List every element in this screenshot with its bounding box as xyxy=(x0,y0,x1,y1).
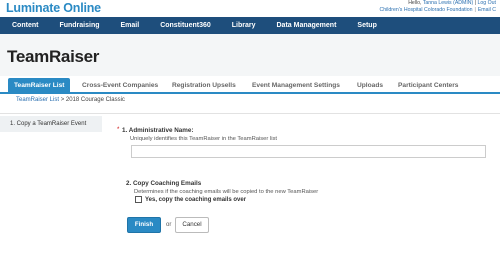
nav-item-setup[interactable]: Setup xyxy=(357,22,376,29)
admin-name-label: 1. Administrative Name: xyxy=(122,127,194,134)
admin-name-help: Uniquely identifies this TeamRaiser in t… xyxy=(130,136,278,142)
copy-coaching-emails-checkbox[interactable] xyxy=(135,196,142,203)
user-name-link[interactable]: Tanna Lewis (ADMIN) xyxy=(423,0,473,6)
user-greeting-line: Hello, Tanna Lewis (ADMIN) | Log Out xyxy=(379,0,496,7)
finish-button[interactable]: Finish xyxy=(127,217,161,233)
org-line: Children's Hospital Colorado Foundation |… xyxy=(379,7,496,14)
coaching-emails-field-group: 2. Copy Coaching Emails Determines if th… xyxy=(126,180,318,195)
admin-name-field-group: * 1. Administrative Name: Uniquely ident… xyxy=(117,127,278,142)
nav-item-data-management[interactable]: Data Management xyxy=(277,22,337,29)
tab-event-management-settings[interactable]: Event Management Settings xyxy=(252,78,340,94)
page-title: TeamRaiser xyxy=(7,47,100,66)
tab-participant-centers[interactable]: Participant Centers xyxy=(398,78,458,94)
nav-item-email[interactable]: Email xyxy=(121,22,140,29)
page-title-area: TeamRaiser xyxy=(0,34,500,76)
nav-item-library[interactable]: Library xyxy=(232,22,256,29)
logout-link[interactable]: Log Out xyxy=(478,0,496,6)
top-nav: Content Fundraising Email Constituent360… xyxy=(0,17,500,34)
wizard-step-copy-event[interactable]: 1. Copy a TeamRaiser Event xyxy=(0,116,102,132)
user-area: Hello, Tanna Lewis (ADMIN) | Log Out Chi… xyxy=(379,0,496,14)
or-text: or xyxy=(166,222,172,228)
app-header: Luminate Online Hello, Tanna Lewis (ADMI… xyxy=(0,0,500,16)
cancel-button[interactable]: Cancel xyxy=(175,217,209,233)
admin-name-input[interactable] xyxy=(131,145,486,158)
breadcrumb-teamraiser-list[interactable]: TeamRaiser List xyxy=(16,97,59,103)
luminate-online-logo[interactable]: Luminate Online xyxy=(6,1,101,15)
tab-teamraiser-list[interactable]: TeamRaiser List xyxy=(8,78,71,94)
wizard-steps-sidebar: 1. Copy a TeamRaiser Event xyxy=(0,113,102,213)
breadcrumb: TeamRaiser List > 2018 Courage Classic xyxy=(16,97,125,103)
greeting-text: Hello, xyxy=(408,0,422,6)
email-link[interactable]: Email C xyxy=(478,7,496,13)
coaching-emails-label: 2. Copy Coaching Emails xyxy=(126,180,202,187)
breadcrumb-separator: > xyxy=(60,97,65,103)
copy-coaching-emails-option: Yes, copy the coaching emails over xyxy=(135,196,246,203)
nav-item-content[interactable]: Content xyxy=(12,22,38,29)
nav-item-fundraising[interactable]: Fundraising xyxy=(59,22,99,29)
separator: | xyxy=(474,0,477,6)
copy-event-form: * 1. Administrative Name: Uniquely ident… xyxy=(100,113,500,243)
org-link[interactable]: Children's Hospital Colorado Foundation xyxy=(379,7,472,13)
tab-registration-upsells[interactable]: Registration Upsells xyxy=(172,78,236,94)
tab-cross-event-companies[interactable]: Cross-Event Companies xyxy=(82,78,158,94)
copy-coaching-emails-label[interactable]: Yes, copy the coaching emails over xyxy=(145,197,246,203)
required-asterisk: * xyxy=(117,127,120,133)
tab-bar: TeamRaiser List Cross-Event Companies Re… xyxy=(0,76,500,94)
tab-uploads[interactable]: Uploads xyxy=(357,78,383,94)
nav-item-constituent360[interactable]: Constituent360 xyxy=(160,22,211,29)
coaching-emails-help: Determines if the coaching emails will b… xyxy=(134,189,319,195)
breadcrumb-current: 2018 Courage Classic xyxy=(65,97,125,103)
